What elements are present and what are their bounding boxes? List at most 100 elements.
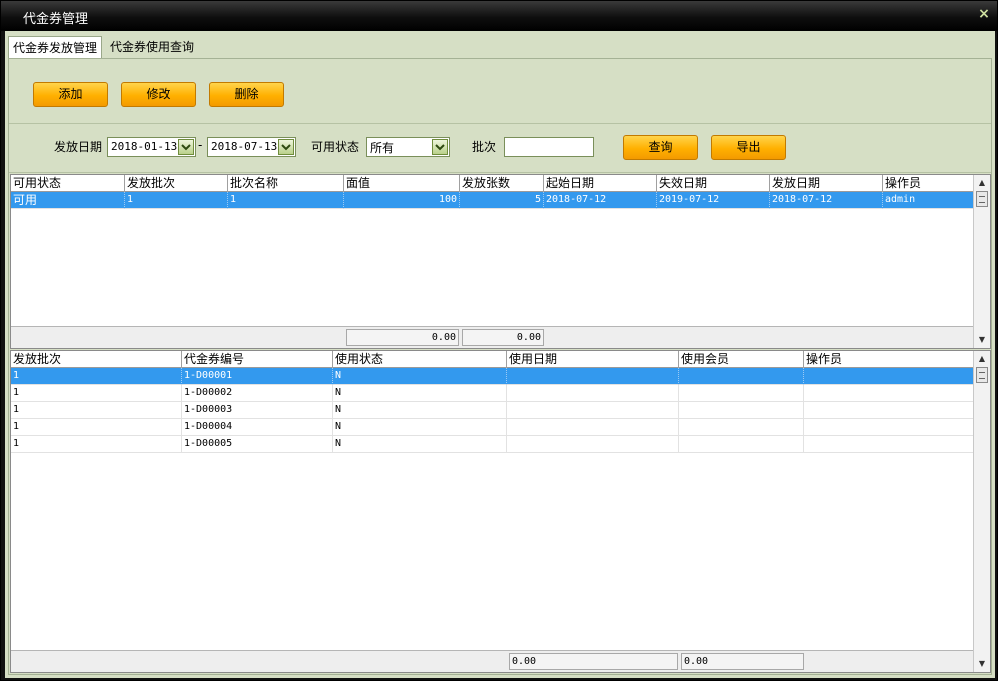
cell-batch: 1 [11, 436, 182, 453]
cell-member [679, 385, 804, 402]
cell-use-date [507, 436, 679, 453]
cell-coupon-id: 1-D00001 [182, 368, 333, 385]
table-row[interactable]: 可用 1 1 100 5 2018-07-12 2019-07-12 2018-… [11, 192, 974, 209]
column-header[interactable]: 失效日期 [657, 175, 770, 192]
tab-strip: 代金券发放管理 代金券使用查询 [5, 36, 995, 59]
column-header[interactable]: 起始日期 [544, 175, 657, 192]
cell-use-status: N [333, 368, 507, 385]
cell-issue-date: 2018-07-12 [770, 192, 883, 209]
total-use-date: 0.00 [509, 653, 678, 670]
close-icon[interactable]: × [977, 6, 991, 22]
cell-batch: 1 [11, 385, 182, 402]
column-header[interactable]: 操作员 [804, 351, 974, 368]
cell-member [679, 419, 804, 436]
query-button[interactable]: 查询 [623, 135, 698, 160]
column-header[interactable]: 发放张数 [460, 175, 544, 192]
cell-expiry-date: 2019-07-12 [657, 192, 770, 209]
cell-use-status: N [333, 385, 507, 402]
cell-operator [804, 368, 974, 385]
tab-coupon-usage-query[interactable]: 代金券使用查询 [106, 36, 199, 58]
coupon-table-totals: 0.00 0.00 [11, 650, 974, 672]
status-select[interactable]: 所有 [366, 137, 450, 157]
cell-coupon-id: 1-D00004 [182, 419, 333, 436]
column-header[interactable]: 使用日期 [507, 351, 679, 368]
column-header[interactable]: 面值 [344, 175, 460, 192]
column-header[interactable]: 操作员 [883, 175, 974, 192]
cell-member [679, 402, 804, 419]
app-window: 代金券管理 × 代金券发放管理 代金券使用查询 添加 修改 删除 发放日期 20… [0, 0, 998, 681]
scroll-down-icon[interactable]: ▼ [977, 658, 987, 670]
cell-operator: admin [883, 192, 974, 209]
scroll-thumb[interactable] [976, 367, 988, 383]
add-button[interactable]: 添加 [33, 82, 108, 107]
cell-use-status: N [333, 402, 507, 419]
column-header[interactable]: 代金券编号 [182, 351, 333, 368]
table-row[interactable]: 1 1-D00003 N [11, 402, 974, 419]
cell-issue-count: 5 [460, 192, 544, 209]
date-to-value: 2018-07-13 [211, 140, 278, 153]
table-row[interactable]: 1 1-D00005 N [11, 436, 974, 453]
tab-coupon-issue[interactable]: 代金券发放管理 [8, 36, 103, 59]
batch-input[interactable] [504, 137, 594, 157]
edit-button[interactable]: 修改 [121, 82, 196, 107]
cell-operator [804, 419, 974, 436]
cell-coupon-id: 1-D00003 [182, 402, 333, 419]
total-member: 0.00 [681, 653, 804, 670]
scroll-up-icon[interactable]: ▲ [977, 353, 987, 365]
cell-batch: 1 [11, 368, 182, 385]
column-header[interactable]: 发放日期 [770, 175, 883, 192]
export-button[interactable]: 导出 [711, 135, 786, 160]
date-from-picker[interactable]: 2018-01-13 [107, 137, 196, 157]
cell-operator [804, 436, 974, 453]
cell-start-date: 2018-07-12 [544, 192, 657, 209]
cell-coupon-id: 1-D00002 [182, 385, 333, 402]
table-row[interactable]: 1 1-D00004 N [11, 419, 974, 436]
date-range-separator: - [198, 138, 203, 152]
column-header[interactable]: 使用会员 [679, 351, 804, 368]
column-header[interactable]: 发放批次 [11, 351, 182, 368]
coupon-table: 发放批次 代金券编号 使用状态 使用日期 使用会员 操作员 1 1-D00001… [10, 350, 991, 673]
coupon-table-scrollbar[interactable]: ▲ ▼ [973, 351, 990, 672]
total-face-value: 0.00 [346, 329, 459, 346]
cell-operator [804, 385, 974, 402]
batch-table-header: 可用状态 发放批次 批次名称 面值 发放张数 起始日期 失效日期 发放日期 操作… [11, 175, 974, 192]
cell-batch: 1 [125, 192, 228, 209]
batch-label: 批次 [472, 140, 497, 154]
date-to-picker[interactable]: 2018-07-13 [207, 137, 296, 157]
cell-use-status: N [333, 436, 507, 453]
cell-batch: 1 [11, 402, 182, 419]
cell-batch: 1 [11, 419, 182, 436]
column-header[interactable]: 发放批次 [125, 175, 228, 192]
status-select-value: 所有 [370, 141, 395, 155]
column-header[interactable]: 使用状态 [333, 351, 507, 368]
cell-use-date [507, 419, 679, 436]
column-header[interactable]: 批次名称 [228, 175, 344, 192]
total-issue-count: 0.00 [462, 329, 544, 346]
scroll-down-icon[interactable]: ▼ [977, 334, 987, 346]
cell-face-value: 100 [344, 192, 460, 209]
scroll-up-icon[interactable]: ▲ [977, 177, 987, 189]
batch-table-totals: 0.00 0.00 [11, 326, 974, 348]
cell-member [679, 436, 804, 453]
table-row[interactable]: 1 1-D00002 N [11, 385, 974, 402]
delete-button[interactable]: 删除 [209, 82, 284, 107]
title-bar[interactable]: 代金券管理 × [1, 1, 997, 31]
coupon-table-header: 发放批次 代金券编号 使用状态 使用日期 使用会员 操作员 [11, 351, 974, 368]
batch-table-scrollbar[interactable]: ▲ ▼ [973, 175, 990, 348]
toolbar-divider [9, 123, 991, 124]
cell-batch-name: 1 [228, 192, 344, 209]
chevron-down-icon[interactable] [278, 139, 294, 155]
table-row[interactable]: 1 1-D00001 N [11, 368, 974, 385]
scroll-thumb[interactable] [976, 191, 988, 207]
chevron-down-icon[interactable] [432, 139, 448, 155]
tab-panel: 添加 修改 删除 发放日期 2018-01-13 - 2018-07-13 可用… [8, 58, 992, 675]
date-from-value: 2018-01-13 [111, 140, 178, 153]
cell-coupon-id: 1-D00005 [182, 436, 333, 453]
client-area: 代金券发放管理 代金券使用查询 添加 修改 删除 发放日期 2018-01-13… [5, 31, 995, 678]
column-header[interactable]: 可用状态 [11, 175, 125, 192]
filter-divider [9, 172, 991, 173]
status-label: 可用状态 [311, 140, 360, 154]
batch-table: 可用状态 发放批次 批次名称 面值 发放张数 起始日期 失效日期 发放日期 操作… [10, 174, 991, 349]
window-title: 代金券管理 [23, 12, 89, 27]
chevron-down-icon[interactable] [178, 139, 194, 155]
